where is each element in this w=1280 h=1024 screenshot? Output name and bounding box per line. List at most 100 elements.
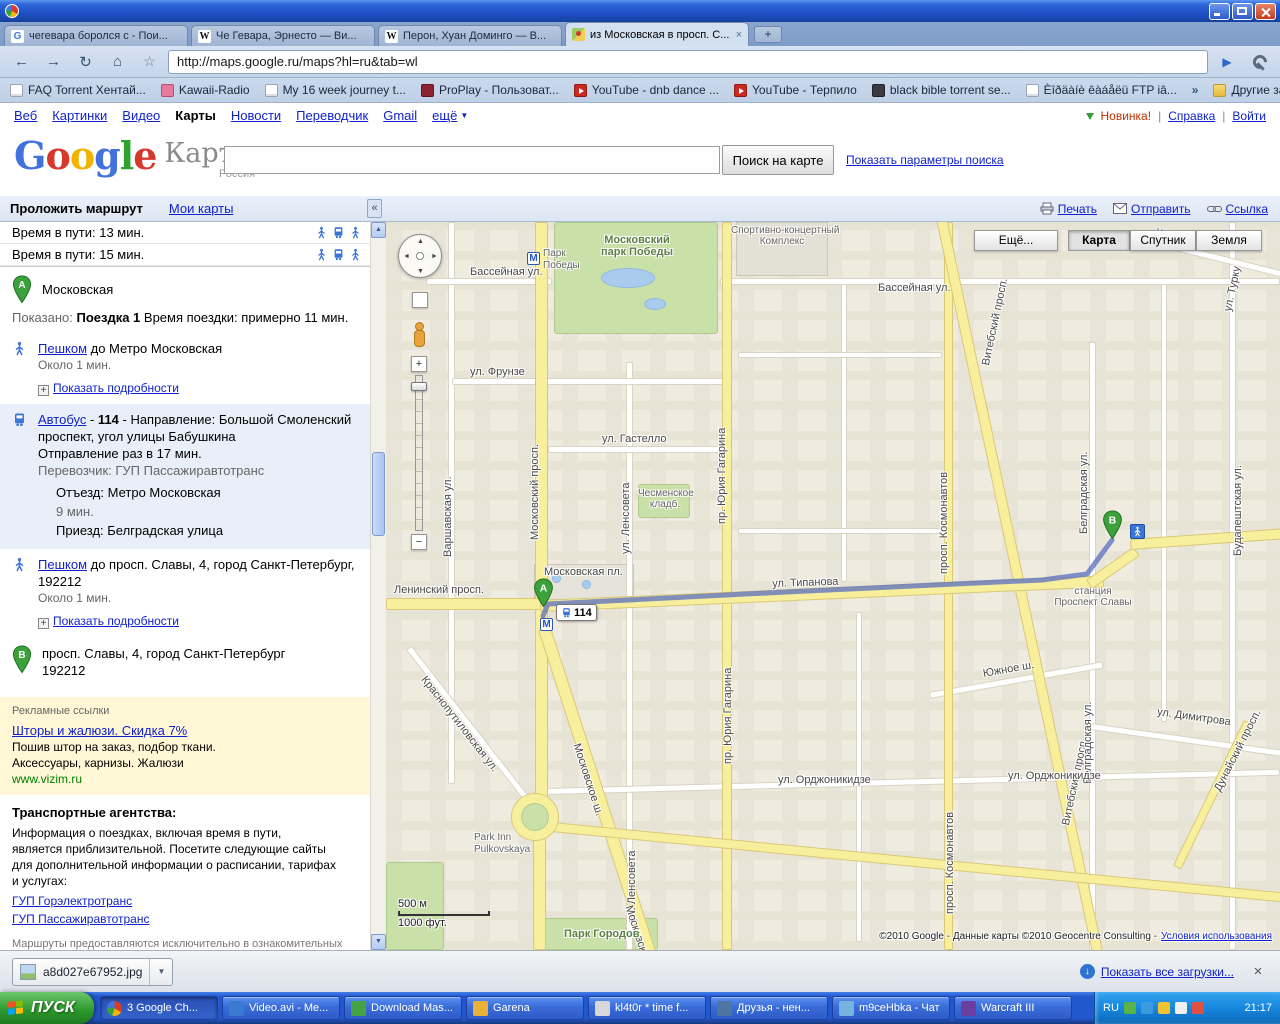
bookmark-item[interactable]: black bible torrent se...: [871, 83, 1011, 97]
zoom-slider-handle[interactable]: [411, 382, 427, 391]
bookmarks-overflow-chevron[interactable]: »: [1192, 83, 1199, 97]
sidebar-scrollbar[interactable]: ▲ ▼: [370, 222, 386, 950]
download-dropdown-icon[interactable]: ▼: [149, 958, 165, 985]
agency-link-passazhiravtotrans[interactable]: ГУП Пассажиравтотранс: [12, 912, 149, 926]
map-canvas[interactable]: Бассейная ул. Бассейная ул. ул. Фрунзе у…: [386, 222, 1280, 950]
bookmark-star-icon[interactable]: ☆: [136, 50, 163, 74]
taskbar-item-chrome-group[interactable]: 3 Google Ch...: [100, 996, 218, 1020]
route-option-2[interactable]: Время в пути: 15 мин.: [0, 244, 370, 266]
download-item[interactable]: a8d027e67952.jpg ▼: [12, 957, 174, 986]
reload-button[interactable]: ↻: [72, 50, 99, 74]
taskbar-item-kl4t0r[interactable]: kl4t0r * time f...: [588, 996, 706, 1020]
walk-mode-link[interactable]: Пешком: [38, 341, 87, 356]
show-details-toggle[interactable]: + Показать подробности: [38, 380, 358, 397]
nav-images[interactable]: Картинки: [52, 108, 107, 123]
nav-web[interactable]: Веб: [14, 108, 37, 123]
address-bar[interactable]: http://maps.google.ru/maps?hl=ru&tab=wl: [168, 49, 1208, 74]
tab-google-search[interactable]: G чегевара боролся с - Пои...: [4, 25, 188, 46]
pan-center-icon[interactable]: [416, 252, 424, 260]
tray-icon[interactable]: [1174, 1002, 1187, 1014]
print-link[interactable]: Печать: [1040, 202, 1097, 216]
bookmark-item[interactable]: YouTube - Терпило: [734, 83, 857, 97]
search-map-button[interactable]: Поиск на карте: [722, 145, 834, 175]
bookmark-item[interactable]: My 16 week journey t...: [264, 83, 406, 97]
tab-wikipedia-guevara[interactable]: W Че Гевара, Эрнесто — Ви...: [191, 25, 375, 46]
tray-icon[interactable]: [1123, 1002, 1136, 1014]
tab-google-maps-active[interactable]: из Московская в просп. С... ×: [565, 22, 749, 46]
taskbar-item-friends[interactable]: Друзья - нен...: [710, 996, 828, 1020]
maximize-button[interactable]: [1232, 2, 1253, 20]
nav-video[interactable]: Видео: [122, 108, 160, 123]
nav-news[interactable]: Новости: [231, 108, 281, 123]
taskbar-item-download-master[interactable]: Download Mas...: [344, 996, 462, 1020]
back-button[interactable]: ←: [8, 50, 35, 74]
help-link[interactable]: Справка: [1168, 109, 1215, 123]
forward-button[interactable]: →: [40, 50, 67, 74]
signin-link[interactable]: Войти: [1232, 109, 1266, 123]
search-options-link[interactable]: Показать параметры поиска: [846, 153, 1004, 167]
agency-link-gorelektrotrans[interactable]: ГУП Горэлектротранс: [12, 894, 132, 908]
pan-down-icon[interactable]: ▼: [417, 268, 424, 275]
bus-mode-link[interactable]: Автобус: [38, 412, 86, 427]
map-marker-b[interactable]: B: [1102, 510, 1123, 540]
map-view-button[interactable]: Карта: [1068, 230, 1130, 251]
go-button[interactable]: ▶: [1213, 50, 1241, 74]
tab-directions[interactable]: Проложить маршрут: [10, 201, 143, 216]
taskbar-item-garena[interactable]: Garena: [466, 996, 584, 1020]
tab-close-icon[interactable]: ×: [736, 29, 742, 41]
bus-stop-badge[interactable]: 114: [556, 604, 597, 621]
taskbar-item-chat[interactable]: m9ceHbka - Чат: [832, 996, 950, 1020]
pan-right-icon[interactable]: ►: [431, 253, 438, 260]
language-indicator[interactable]: RU: [1103, 1002, 1119, 1014]
show-all-downloads-link[interactable]: ↓ Показать все загрузки...: [1079, 964, 1234, 979]
collapse-panel-button[interactable]: «: [367, 199, 382, 218]
bookmark-item[interactable]: Èîðäàíè êàáåëü FTP iâ...: [1025, 83, 1177, 97]
home-button[interactable]: ⌂: [104, 50, 131, 74]
center-result-button[interactable]: [412, 292, 428, 308]
walk-mode-link[interactable]: Пешком: [38, 557, 87, 572]
link-link[interactable]: Ссылка: [1206, 202, 1268, 216]
wrench-menu-icon[interactable]: [1246, 50, 1272, 74]
minimize-button[interactable]: [1209, 2, 1230, 20]
tray-icon[interactable]: [1157, 1002, 1170, 1014]
tray-icon[interactable]: [1191, 1002, 1204, 1014]
zoom-in-button[interactable]: +: [411, 356, 427, 372]
ad-title-link[interactable]: Шторы и жалюзи. Скидка 7%: [12, 723, 187, 738]
scroll-down-icon[interactable]: ▼: [371, 934, 386, 950]
pan-control[interactable]: ▲ ▼ ◄ ►: [398, 234, 442, 278]
zoom-out-button[interactable]: −: [411, 534, 427, 550]
show-details-toggle[interactable]: + Показать подробности: [38, 613, 358, 630]
tray-icon[interactable]: [1140, 1002, 1153, 1014]
window-titlebar[interactable]: [0, 0, 1280, 22]
pegman-icon[interactable]: [411, 322, 427, 348]
zoom-slider-track[interactable]: [415, 375, 423, 531]
other-bookmarks-button[interactable]: Другие закладки: [1213, 83, 1280, 97]
map-marker-a[interactable]: A: [533, 578, 554, 608]
nav-gmail[interactable]: Gmail: [383, 108, 417, 123]
tab-wikipedia-peron[interactable]: W Перон, Хуан Доминго — В...: [378, 25, 562, 46]
pan-up-icon[interactable]: ▲: [417, 238, 424, 245]
origin-row[interactable]: A Московская: [0, 267, 370, 308]
taskbar-item-warcraft[interactable]: Warcraft III: [954, 996, 1072, 1020]
pan-left-icon[interactable]: ◄: [403, 253, 410, 260]
route-option-1[interactable]: Время в пути: 13 мин.: [0, 222, 370, 244]
map-search-input[interactable]: [224, 146, 720, 174]
new-badge[interactable]: Новинка!: [1101, 109, 1152, 123]
destination-row[interactable]: B просп. Славы, 4, город Санкт-Петербург…: [0, 637, 370, 687]
bookmark-item[interactable]: FAQ Torrent Хентай...: [10, 83, 146, 97]
scroll-up-icon[interactable]: ▲: [371, 222, 386, 238]
nav-translate[interactable]: Переводчик: [296, 108, 368, 123]
start-button[interactable]: ПУСК: [0, 992, 94, 1024]
scrollbar-thumb[interactable]: [372, 452, 385, 536]
close-shelf-icon[interactable]: ×: [1248, 963, 1268, 980]
close-button[interactable]: [1255, 2, 1276, 20]
bookmark-item[interactable]: ProPlay - Пользоват...: [420, 83, 559, 97]
send-link[interactable]: Отправить: [1113, 202, 1191, 216]
taskbar-item-video[interactable]: Video.avi - Me...: [222, 996, 340, 1020]
satellite-view-button[interactable]: Спутник: [1130, 230, 1196, 251]
new-tab-button[interactable]: +: [754, 26, 782, 43]
bookmark-item[interactable]: Kawaii-Radio: [160, 83, 250, 97]
terms-link[interactable]: Условия использования: [1161, 931, 1272, 942]
tab-my-maps[interactable]: Мои карты: [169, 201, 234, 216]
bookmark-item[interactable]: YouTube - dnb dance ...: [573, 83, 719, 97]
